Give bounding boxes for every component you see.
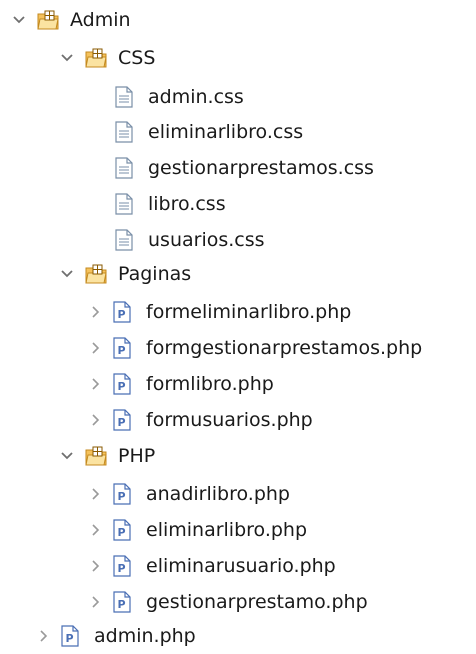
svg-text:P: P: [118, 380, 126, 393]
chevron-down-icon[interactable]: [60, 449, 74, 463]
tree-item-paginas-folder[interactable]: Paginas: [60, 256, 191, 292]
tree-item-admin-folder[interactable]: Admin: [12, 2, 131, 38]
chevron-right-icon[interactable]: [36, 629, 50, 643]
tree-item-php-file[interactable]: P formeliminarlibro.php: [88, 294, 351, 330]
tree-item-label: usuarios.css: [148, 229, 265, 251]
chevron-right-icon[interactable]: [88, 341, 102, 355]
chevron-right-icon[interactable]: [88, 487, 102, 501]
tree-item-css-file[interactable]: usuarios.css: [114, 222, 265, 258]
tree-item-label: CSS: [118, 47, 156, 69]
svg-text:P: P: [66, 632, 74, 645]
tree-item-label: PHP: [118, 445, 156, 467]
php-file-icon: P: [113, 301, 131, 323]
php-file-icon: P: [113, 591, 131, 613]
tree-item-php-folder[interactable]: PHP: [60, 438, 155, 474]
tree-item-css-folder[interactable]: CSS: [60, 40, 155, 76]
chevron-right-icon[interactable]: [88, 413, 102, 427]
project-explorer-tree: Admin CSS admin.css eliminarlibro.css ge…: [0, 0, 476, 648]
tree-item-label: eliminarusuario.php: [146, 555, 336, 577]
chevron-down-icon[interactable]: [60, 267, 74, 281]
php-file-icon: P: [113, 337, 131, 359]
tree-item-php-file[interactable]: P anadirlibro.php: [88, 476, 290, 512]
tree-item-php-file[interactable]: P admin.php: [36, 618, 196, 654]
tree-item-label: gestionarprestamos.css: [148, 157, 374, 179]
tree-item-php-file[interactable]: P formlibro.php: [88, 366, 274, 402]
css-file-icon: [115, 193, 133, 215]
tree-item-php-file[interactable]: P formusuarios.php: [88, 402, 313, 438]
tree-item-css-file[interactable]: eliminarlibro.css: [114, 114, 303, 150]
php-file-icon: P: [113, 555, 131, 577]
chevron-right-icon[interactable]: [88, 559, 102, 573]
package-folder-icon: [37, 10, 59, 30]
php-file-icon: P: [113, 409, 131, 431]
tree-item-label: eliminarlibro.php: [146, 519, 308, 541]
tree-item-label: anadirlibro.php: [146, 483, 290, 505]
css-file-icon: [115, 229, 133, 251]
css-file-icon: [115, 121, 133, 143]
chevron-right-icon[interactable]: [88, 305, 102, 319]
css-file-icon: [115, 157, 133, 179]
tree-item-label: formlibro.php: [146, 373, 274, 395]
css-file-icon: [115, 86, 133, 108]
tree-item-css-file[interactable]: gestionarprestamos.css: [114, 150, 374, 186]
chevron-right-icon[interactable]: [88, 377, 102, 391]
package-folder-icon: [85, 264, 107, 284]
chevron-down-icon[interactable]: [12, 13, 26, 27]
svg-text:P: P: [118, 598, 126, 611]
tree-item-php-file[interactable]: P eliminarusuario.php: [88, 548, 336, 584]
tree-item-label: eliminarlibro.css: [148, 121, 304, 143]
tree-item-label: formusuarios.php: [146, 409, 313, 431]
tree-item-label: admin.php: [94, 625, 196, 647]
tree-item-label: Paginas: [118, 263, 192, 285]
php-file-icon: P: [113, 519, 131, 541]
package-folder-icon: [85, 446, 107, 466]
tree-item-css-file[interactable]: libro.css: [114, 186, 226, 222]
package-folder-icon: [85, 48, 107, 68]
svg-text:P: P: [118, 526, 126, 539]
svg-text:P: P: [118, 308, 126, 321]
tree-item-css-file[interactable]: admin.css: [114, 79, 244, 115]
svg-text:P: P: [118, 490, 126, 503]
php-file-icon: P: [113, 373, 131, 395]
tree-item-php-file[interactable]: P gestionarprestamo.php: [88, 584, 368, 620]
tree-item-label: admin.css: [148, 86, 244, 108]
tree-item-label: formeliminarlibro.php: [146, 301, 352, 323]
tree-item-label: gestionarprestamo.php: [146, 591, 368, 613]
php-file-icon: P: [113, 483, 131, 505]
tree-item-label: Admin: [70, 9, 131, 31]
chevron-down-icon[interactable]: [60, 51, 74, 65]
php-file-icon: P: [61, 625, 79, 647]
svg-text:P: P: [118, 416, 126, 429]
tree-item-php-file[interactable]: P eliminarlibro.php: [88, 512, 307, 548]
tree-item-label: formgestionarprestamos.php: [146, 337, 423, 359]
tree-item-label: libro.css: [148, 193, 226, 215]
chevron-right-icon[interactable]: [88, 523, 102, 537]
svg-text:P: P: [118, 344, 126, 357]
tree-item-php-file[interactable]: P formgestionarprestamos.php: [88, 330, 422, 366]
chevron-right-icon[interactable]: [88, 595, 102, 609]
svg-text:P: P: [118, 562, 126, 575]
